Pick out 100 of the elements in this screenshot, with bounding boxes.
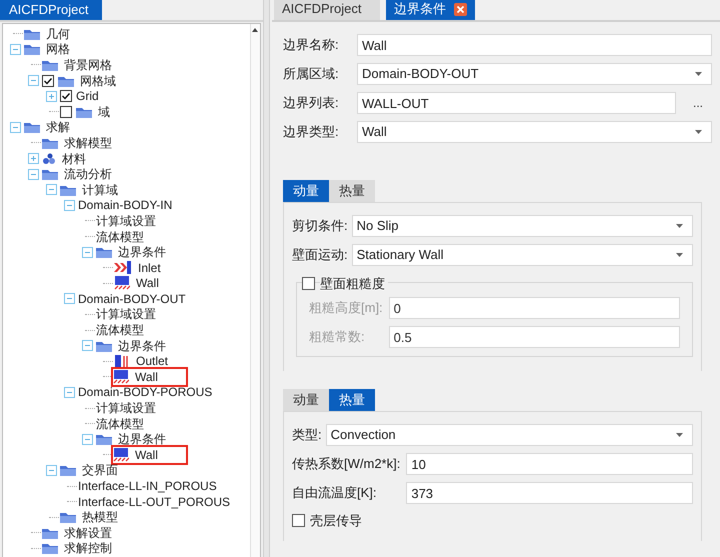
caret-icon[interactable] [695, 72, 702, 76]
dropdown[interactable]: Wall [357, 121, 712, 143]
collapse-icon[interactable] [82, 434, 92, 445]
input-field[interactable]: Wall [357, 34, 712, 56]
input-field[interactable]: 10 [406, 453, 693, 475]
tree-item-label[interactable]: Interface-LL-OUT_POROUS [78, 492, 230, 511]
caret-icon[interactable] [676, 433, 683, 437]
field-label: 边界类型: [283, 123, 340, 142]
field-label: 壁面运动: [292, 246, 348, 264]
browse-button[interactable]: ... [684, 94, 712, 112]
tree-item-label[interactable]: Interface-LL-IN_POROUS [78, 477, 217, 496]
section-tab[interactable]: 动量 [283, 180, 329, 202]
folder-icon [42, 58, 58, 71]
checkbox[interactable] [302, 277, 315, 290]
tree-item-label[interactable]: Outlet [136, 352, 168, 370]
checkbox[interactable] [60, 90, 72, 102]
folder-icon [96, 433, 112, 446]
tree-item-label[interactable]: 边界条件 [118, 336, 166, 355]
tree-item-label[interactable]: Domain-BODY-POROUS [78, 383, 212, 402]
caret-icon[interactable] [676, 253, 683, 257]
collapse-icon[interactable] [64, 386, 74, 398]
tree-item-label[interactable]: 流体模型 [96, 228, 144, 246]
folder-icon [24, 28, 40, 40]
tree-item-label[interactable]: 流体模型 [96, 321, 144, 340]
checkbox-label[interactable]: 壳层传导 [310, 511, 362, 530]
collapse-icon[interactable] [28, 75, 38, 86]
splitter[interactable] [263, 0, 270, 557]
tree-item-label[interactable]: Inlet [138, 258, 161, 277]
wall-icon [114, 276, 130, 290]
tree-item-label[interactable]: 网格域 [80, 72, 116, 90]
scrollbar[interactable] [250, 24, 260, 557]
folder-icon [60, 464, 76, 476]
tree-item-label[interactable]: 求解模型 [64, 134, 112, 152]
tree-item-label[interactable]: 边界条件 [118, 430, 166, 448]
wall-icon [113, 370, 129, 384]
tree-item-label[interactable]: 计算域设置 [96, 305, 156, 324]
close-icon[interactable] [454, 2, 467, 16]
tree-item-label[interactable]: 求解控制 [64, 539, 112, 557]
tree-item-label[interactable]: 几何 [46, 24, 70, 43]
collapse-icon[interactable] [82, 340, 92, 352]
tree-item-label[interactable]: Wall [136, 274, 159, 292]
collapse-icon[interactable] [46, 184, 56, 196]
tree-item-label[interactable]: 交界面 [82, 461, 118, 480]
collapse-icon[interactable] [10, 44, 20, 55]
checkbox[interactable] [60, 106, 72, 118]
folder-icon [42, 168, 58, 180]
field-label: 粗糙常数: [309, 328, 366, 346]
collapse-icon[interactable] [46, 464, 56, 476]
tree-item-label[interactable]: 边界条件 [118, 243, 166, 262]
scroll-up-icon[interactable] [252, 28, 258, 32]
dropdown[interactable]: Convection [326, 424, 693, 446]
checkbox[interactable] [292, 514, 305, 528]
input-field[interactable]: 373 [406, 482, 693, 504]
project-tab[interactable]: AICFDProject [0, 0, 102, 20]
collapse-icon[interactable] [64, 200, 74, 211]
field-label: 类型: [292, 426, 322, 444]
field-label: 边界列表: [283, 94, 340, 112]
tree-item-label[interactable]: 材料 [62, 150, 86, 168]
caret-icon[interactable] [676, 224, 683, 228]
collapse-icon[interactable] [28, 168, 38, 180]
dropdown[interactable]: Stationary Wall [352, 244, 693, 266]
tree-item-label[interactable]: 流体模型 [96, 414, 144, 433]
tree-item-label[interactable]: 计算域设置 [96, 399, 156, 418]
folder-icon [60, 511, 76, 524]
tree-item-label[interactable]: Grid [76, 87, 99, 106]
caret-icon[interactable] [695, 130, 702, 134]
checkbox[interactable] [42, 74, 54, 87]
folder-icon [96, 340, 112, 352]
collapse-icon[interactable] [10, 122, 20, 133]
section-tab[interactable]: 热量 [329, 389, 375, 411]
molecule-icon [42, 152, 56, 165]
expand-icon[interactable] [46, 90, 56, 102]
editor-tab[interactable]: 边界条件 [386, 0, 475, 20]
folder-icon [42, 542, 58, 554]
tree-item-label[interactable]: 网格 [46, 40, 70, 58]
tree-item-label[interactable]: 流动分析 [64, 165, 112, 184]
collapse-icon[interactable] [64, 293, 74, 304]
collapse-icon[interactable] [82, 246, 92, 258]
tree-item-label[interactable]: 计算域设置 [96, 212, 156, 230]
input-field[interactable]: WALL-OUT [357, 92, 676, 114]
folder-icon [42, 136, 58, 149]
tree-item-label[interactable]: 域 [98, 102, 110, 121]
tree-item-label[interactable]: 背景网格 [64, 56, 112, 74]
tree-item-label[interactable]: 求解设置 [64, 524, 112, 542]
section-tab[interactable]: 热量 [329, 180, 375, 202]
tree-item-label[interactable]: Wall [135, 368, 158, 386]
folder-icon [42, 526, 58, 539]
tree-item-label[interactable]: 热模型 [82, 508, 118, 526]
dropdown[interactable]: No Slip [352, 215, 693, 237]
dropdown[interactable]: Domain-BODY-OUT [357, 63, 712, 85]
tree-item-label[interactable]: 计算域 [82, 180, 118, 199]
tree-item-label[interactable]: Domain-BODY-OUT [78, 290, 186, 308]
editor-tab[interactable]: AICFDProject [274, 0, 380, 20]
tree-item-label[interactable]: Domain-BODY-IN [78, 196, 172, 214]
section-tab[interactable]: 动量 [283, 389, 329, 411]
tree-item-label[interactable]: Wall [135, 446, 158, 464]
expand-icon[interactable] [28, 153, 38, 164]
tree-item-label[interactable]: 求解 [46, 118, 70, 136]
field-label: 粗糙高度[m]: [309, 299, 383, 318]
folder-icon [76, 106, 92, 118]
